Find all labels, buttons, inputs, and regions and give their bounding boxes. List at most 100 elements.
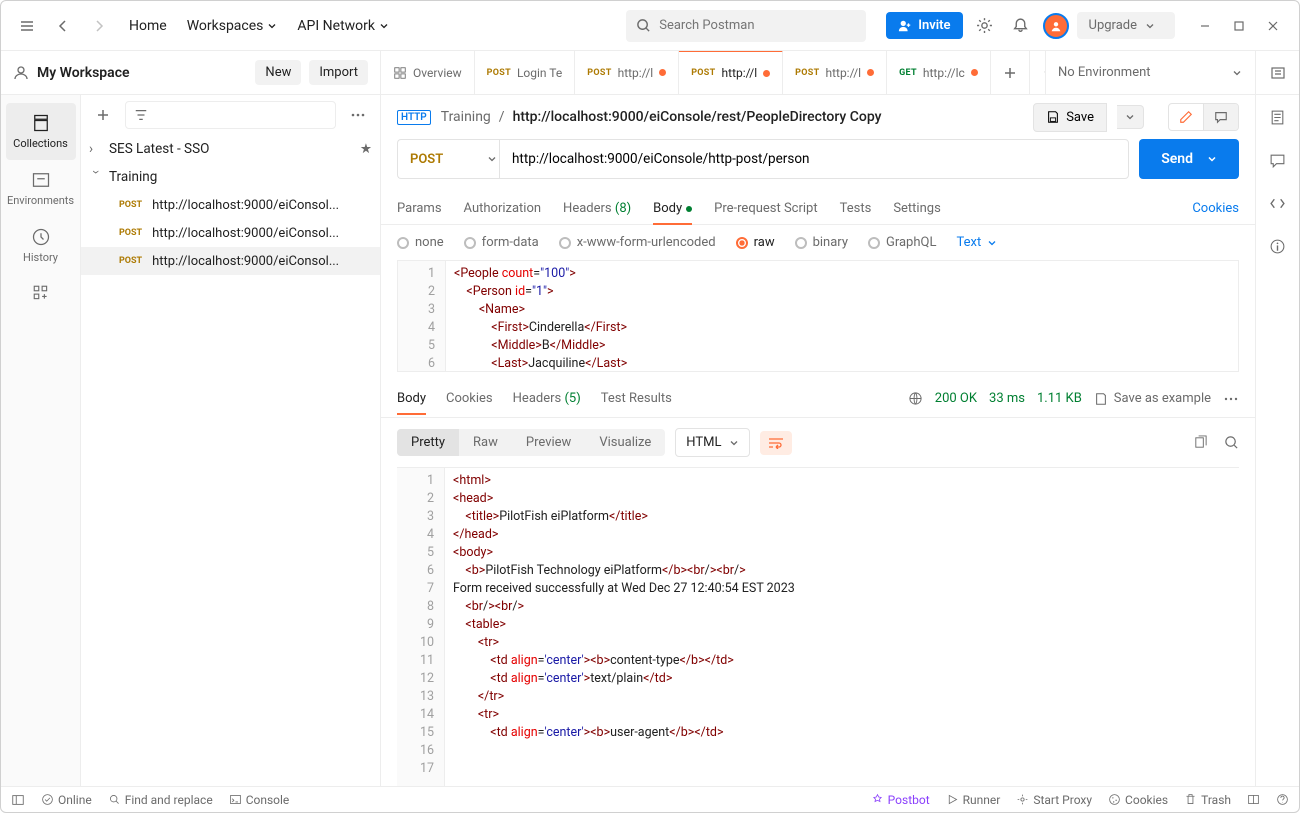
tree-collection[interactable]: ›Training [81, 163, 380, 191]
comments-icon[interactable] [1269, 152, 1286, 169]
close-icon[interactable] [1259, 12, 1287, 40]
nav-workspaces[interactable]: Workspaces [187, 18, 278, 34]
status-proxy[interactable]: Start Proxy [1016, 793, 1092, 807]
req-tab-body[interactable]: Body [653, 193, 692, 224]
send-button[interactable]: Send [1139, 139, 1239, 179]
status-help-icon[interactable] [1276, 793, 1289, 806]
tree-request[interactable]: POSThttp://localhost:9000/eiConsol... [81, 219, 380, 247]
overview-icon [393, 66, 407, 80]
tree-collection[interactable]: ›SES Latest - SSO★ [81, 135, 380, 163]
status-console[interactable]: Console [229, 793, 290, 807]
resp-tab-body[interactable]: Body [397, 383, 426, 414]
more-icon[interactable] [1223, 397, 1239, 401]
nav-api-network[interactable]: API Network [297, 18, 389, 34]
sidebar-filter[interactable] [125, 101, 336, 129]
save-dropdown[interactable] [1117, 105, 1144, 129]
new-tab-button[interactable] [991, 51, 1030, 94]
body-type-none[interactable]: none [397, 235, 444, 250]
env-quicklook-icon[interactable] [1255, 51, 1299, 94]
view-mode-group: Pretty Raw Preview Visualize [397, 429, 665, 456]
view-preview[interactable]: Preview [512, 429, 585, 456]
req-tab-prerequest[interactable]: Pre-request Script [714, 193, 817, 224]
request-body-editor[interactable]: 123456 <People count="100"> <Person id="… [397, 260, 1239, 372]
import-button[interactable]: Import [309, 60, 368, 85]
maximize-icon[interactable] [1225, 12, 1253, 40]
status-trash[interactable]: Trash [1184, 793, 1231, 807]
resp-tab-tests[interactable]: Test Results [601, 383, 672, 414]
new-button[interactable]: New [255, 60, 301, 85]
tabs-chevron[interactable] [1030, 51, 1045, 94]
status-panes-icon[interactable] [1247, 793, 1260, 806]
tab-item[interactable]: POSThttp://l [575, 51, 679, 94]
upgrade-button[interactable]: Upgrade [1077, 12, 1175, 39]
forward-icon[interactable] [85, 12, 113, 40]
environments-icon [31, 170, 51, 190]
status-runner[interactable]: Runner [946, 793, 1001, 807]
tree-request[interactable]: POSThttp://localhost:9000/eiConsol... [81, 191, 380, 219]
hamburger-icon[interactable] [13, 12, 41, 40]
body-type-binary[interactable]: binary [795, 235, 848, 250]
rail-collections[interactable]: Collections [6, 103, 76, 160]
invite-button[interactable]: Invite [886, 12, 962, 39]
req-tab-params[interactable]: Params [397, 193, 442, 224]
docs-icon[interactable] [1269, 109, 1286, 126]
response-body-editor[interactable]: 1234567891011121314151617 <html><head> <… [397, 467, 1239, 786]
rail-more[interactable] [6, 274, 76, 312]
search-response-icon[interactable] [1224, 435, 1239, 450]
save-as-example[interactable]: Save as example [1094, 391, 1211, 406]
body-lang-select[interactable]: Text [956, 235, 997, 250]
comment-icon[interactable] [1204, 104, 1238, 130]
view-raw[interactable]: Raw [459, 429, 512, 456]
response-lang-select[interactable]: HTML [675, 428, 750, 457]
globe-icon[interactable] [908, 391, 923, 406]
tab-item[interactable]: POSThttp://l [679, 51, 783, 94]
code-icon[interactable] [1269, 195, 1286, 212]
status-postbot[interactable]: Postbot [871, 793, 930, 807]
tab-item[interactable]: POSThttp://l [783, 51, 887, 94]
save-button[interactable]: Save [1033, 103, 1107, 132]
req-tab-settings[interactable]: Settings [893, 193, 940, 224]
method-select[interactable]: POST [397, 139, 509, 179]
tree-request[interactable]: POSThttp://localhost:9000/eiConsol... [81, 247, 380, 275]
person-plus-icon [898, 19, 912, 33]
view-visualize[interactable]: Visualize [585, 429, 665, 456]
tab-item[interactable]: GEThttp://lc [887, 51, 991, 94]
body-type-form-data[interactable]: form-data [464, 235, 539, 250]
back-icon[interactable] [49, 12, 77, 40]
rail-environments[interactable]: Environments [6, 160, 76, 217]
cookies-link[interactable]: Cookies [1192, 193, 1239, 224]
copy-icon[interactable] [1193, 435, 1208, 450]
tab-item[interactable]: POSTLogin Te [475, 51, 576, 94]
nav-home[interactable]: Home [129, 18, 167, 34]
sidebar-toggle-icon[interactable] [11, 793, 25, 807]
search-input[interactable] [626, 10, 866, 42]
breadcrumb: Training/http://localhost:9000/eiConsole… [441, 109, 882, 125]
body-type-urlencoded[interactable]: x-www-form-urlencoded [559, 235, 716, 250]
bell-icon[interactable] [1007, 12, 1035, 40]
status-code: 200 OK [935, 391, 977, 406]
view-pretty[interactable]: Pretty [397, 429, 459, 456]
req-tab-tests[interactable]: Tests [840, 193, 872, 224]
sidebar-more-icon[interactable] [344, 101, 372, 129]
star-icon[interactable]: ★ [360, 141, 372, 157]
req-tab-auth[interactable]: Authorization [464, 193, 542, 224]
body-type-graphql[interactable]: GraphQL [868, 235, 936, 250]
sidebar-add-icon[interactable] [89, 101, 117, 129]
req-tab-headers[interactable]: Headers (8) [563, 193, 631, 224]
avatar[interactable] [1043, 13, 1069, 39]
tab-overview[interactable]: Overview [381, 51, 475, 94]
settings-icon[interactable] [971, 12, 999, 40]
status-cookies[interactable]: Cookies [1108, 793, 1168, 807]
status-find[interactable]: Find and replace [108, 793, 213, 807]
wrap-lines-icon[interactable] [760, 431, 792, 455]
url-input[interactable] [499, 139, 1129, 179]
rail-history[interactable]: History [6, 217, 76, 274]
edit-icon[interactable] [1169, 104, 1204, 130]
body-type-raw[interactable]: raw [736, 235, 775, 250]
status-online[interactable]: Online [41, 793, 92, 807]
resp-tab-headers[interactable]: Headers (5) [513, 383, 581, 414]
minimize-icon[interactable] [1191, 12, 1219, 40]
info-icon[interactable] [1269, 238, 1286, 255]
environment-select[interactable]: No Environment [1045, 51, 1255, 94]
resp-tab-cookies[interactable]: Cookies [446, 383, 493, 414]
